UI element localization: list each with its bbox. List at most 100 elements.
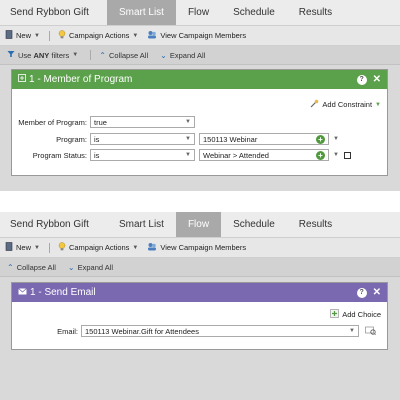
use-any: ANY bbox=[33, 50, 50, 60]
member-of-program-row: Member of Program: true ▼ bbox=[12, 116, 195, 128]
flow-step-title: 1 - Send Email bbox=[30, 287, 96, 298]
chevron-down-icon: ▼ bbox=[185, 119, 191, 125]
email-label: Email: bbox=[57, 326, 78, 336]
email-preview-icon[interactable] bbox=[365, 326, 376, 337]
view-campaign-members-button[interactable]: View Campaign Members bbox=[147, 242, 246, 253]
tab-flow[interactable]: Flow bbox=[175, 212, 222, 237]
campaign-actions-button[interactable]: Campaign Actions ▼ bbox=[58, 242, 138, 253]
new-button[interactable]: New ▼ bbox=[5, 30, 40, 41]
campaign-actions-button[interactable]: Campaign Actions ▼ bbox=[58, 30, 138, 41]
flow-panel: Send Rybbon Gift Smart List Flow Schedul… bbox=[0, 212, 400, 400]
use-prefix: Use bbox=[18, 50, 32, 60]
chevron-down-icon: ▼ bbox=[34, 32, 40, 39]
tab-schedule[interactable]: Schedule bbox=[221, 212, 287, 237]
chevron-down-icon: ▼ bbox=[132, 32, 139, 39]
chevron-down-icon: ▼ bbox=[132, 244, 139, 251]
smart-list-panel: Send Rybbon Gift Smart List Flow Schedul… bbox=[0, 0, 400, 191]
flow-actions-bar: ⌃ Collapse All ⌄ Expand All bbox=[0, 258, 400, 277]
member-value: true bbox=[94, 117, 107, 127]
email-value: 150113 Webinar.Gift for Attendees bbox=[85, 326, 199, 336]
collapse-icon: ⌃ bbox=[99, 50, 106, 60]
member-of-program-select[interactable]: true ▼ bbox=[90, 116, 195, 128]
email-icon bbox=[18, 287, 27, 298]
add-value-icon[interactable]: + bbox=[316, 150, 325, 160]
member-of-program-filter: 1 - Member of Program ? ✕ Add Constraint… bbox=[11, 69, 388, 176]
tab-results[interactable]: Results bbox=[287, 212, 344, 237]
program-label: Program: bbox=[56, 134, 87, 144]
program-status-value-field[interactable]: Webinar > Attended + bbox=[199, 149, 329, 161]
program-value-field[interactable]: 150113 Webinar + bbox=[199, 133, 329, 145]
collapse-all-button[interactable]: ⌃ Collapse All bbox=[7, 263, 56, 272]
program-operator-select[interactable]: is ▼ bbox=[90, 133, 195, 145]
program-status-label: Program Status: bbox=[32, 150, 87, 160]
expand-all-button[interactable]: ⌄ Expand All bbox=[68, 263, 113, 272]
add-constraint-button[interactable]: Add Constraint ▼ bbox=[310, 99, 381, 110]
tab-campaign-name[interactable]: Send Rybbon Gift bbox=[0, 212, 107, 237]
chevron-down-icon: ▼ bbox=[185, 136, 191, 142]
program-row: Program: is ▼ 150113 Webinar + ▼ bbox=[12, 133, 339, 145]
chevron-down-icon[interactable]: ▼ bbox=[333, 136, 339, 142]
email-select[interactable]: 150113 Webinar.Gift for Attendees ▼ bbox=[81, 325, 359, 337]
campaign-actions-label: Campaign Actions bbox=[68, 31, 130, 40]
view-campaign-members-button[interactable]: View Campaign Members bbox=[147, 30, 246, 41]
tab-bar: Send Rybbon Gift Smart List Flow Schedul… bbox=[0, 212, 400, 238]
tab-flow[interactable]: Flow bbox=[176, 0, 221, 25]
help-icon[interactable]: ? bbox=[356, 74, 367, 85]
remove-constraint-icon[interactable] bbox=[343, 151, 351, 159]
expand-icon: ⌄ bbox=[67, 262, 75, 272]
filter-bar: Use ANY filters ▼ ⌃ Collapse All ⌄ Expan… bbox=[0, 46, 400, 65]
new-label: New bbox=[16, 31, 32, 40]
new-label: New bbox=[16, 243, 32, 252]
lightbulb-icon bbox=[58, 242, 66, 253]
flow-step-header[interactable]: 1 - Send Email ? ✕ bbox=[12, 283, 387, 302]
toolbar-divider bbox=[48, 242, 50, 253]
member-of-program-label: Member of Program: bbox=[18, 117, 87, 127]
expand-label: Expand All bbox=[77, 262, 114, 272]
expand-icon: ⌄ bbox=[160, 50, 167, 60]
tab-smart-list[interactable]: Smart List bbox=[106, 0, 176, 25]
collapse-icon: ⌃ bbox=[7, 262, 14, 272]
tab-campaign-name[interactable]: Send Rybbon Gift bbox=[0, 0, 107, 25]
status-operator: is bbox=[94, 150, 100, 160]
filter-header[interactable]: 1 - Member of Program ? ✕ bbox=[12, 70, 387, 89]
program-status-operator-select[interactable]: is ▼ bbox=[90, 149, 195, 161]
new-button[interactable]: New ▼ bbox=[5, 242, 40, 253]
status-value: Webinar > Attended bbox=[203, 150, 269, 160]
members-icon bbox=[147, 30, 157, 41]
chevron-down-icon: ▼ bbox=[185, 152, 191, 158]
use-filters-dropdown[interactable]: Use ANY filters ▼ bbox=[7, 50, 78, 60]
add-value-icon[interactable]: + bbox=[316, 134, 325, 144]
help-icon[interactable]: ? bbox=[356, 287, 367, 298]
program-status-row: Program Status: is ▼ Webinar > Attended … bbox=[12, 149, 351, 161]
use-suffix: filters bbox=[51, 50, 70, 60]
send-email-step: 1 - Send Email ? ✕ Add Choice Email: 150… bbox=[11, 282, 388, 350]
filter-icon bbox=[7, 50, 15, 60]
view-members-label: View Campaign Members bbox=[160, 243, 247, 252]
tab-bar: Send Rybbon Gift Smart List Flow Schedul… bbox=[0, 0, 400, 26]
chevron-down-icon[interactable]: ▼ bbox=[333, 152, 339, 158]
add-choice-button[interactable]: Add Choice bbox=[330, 309, 381, 320]
close-icon[interactable]: ✕ bbox=[373, 74, 381, 85]
expand-label: Expand All bbox=[169, 50, 206, 60]
add-choice-label: Add Choice bbox=[342, 310, 381, 319]
program-value: 150113 Webinar bbox=[203, 134, 258, 144]
chevron-down-icon: ▼ bbox=[34, 244, 40, 251]
tab-schedule[interactable]: Schedule bbox=[221, 0, 287, 25]
tab-results[interactable]: Results bbox=[287, 0, 344, 25]
tab-smart-list[interactable]: Smart List bbox=[107, 212, 176, 237]
filter-row-icon bbox=[18, 74, 26, 85]
filter-divider bbox=[90, 50, 92, 60]
constraint-icon bbox=[310, 99, 319, 110]
expand-all-button[interactable]: ⌄ Expand All bbox=[160, 51, 205, 60]
email-row: Email: 150113 Webinar.Gift for Attendees… bbox=[12, 325, 379, 337]
campaign-actions-label: Campaign Actions bbox=[68, 243, 130, 252]
collapse-all-button[interactable]: ⌃ Collapse All bbox=[99, 51, 148, 60]
filter-title: 1 - Member of Program bbox=[29, 74, 133, 85]
add-choice-icon bbox=[330, 309, 340, 320]
close-icon[interactable]: ✕ bbox=[373, 287, 381, 298]
toolbar: New ▼ Campaign Actions ▼ View Campaign M… bbox=[0, 26, 400, 46]
program-operator: is bbox=[94, 134, 100, 144]
collapse-label: Collapse All bbox=[16, 262, 56, 272]
toolbar-divider bbox=[48, 30, 50, 41]
lightbulb-icon bbox=[58, 30, 66, 41]
